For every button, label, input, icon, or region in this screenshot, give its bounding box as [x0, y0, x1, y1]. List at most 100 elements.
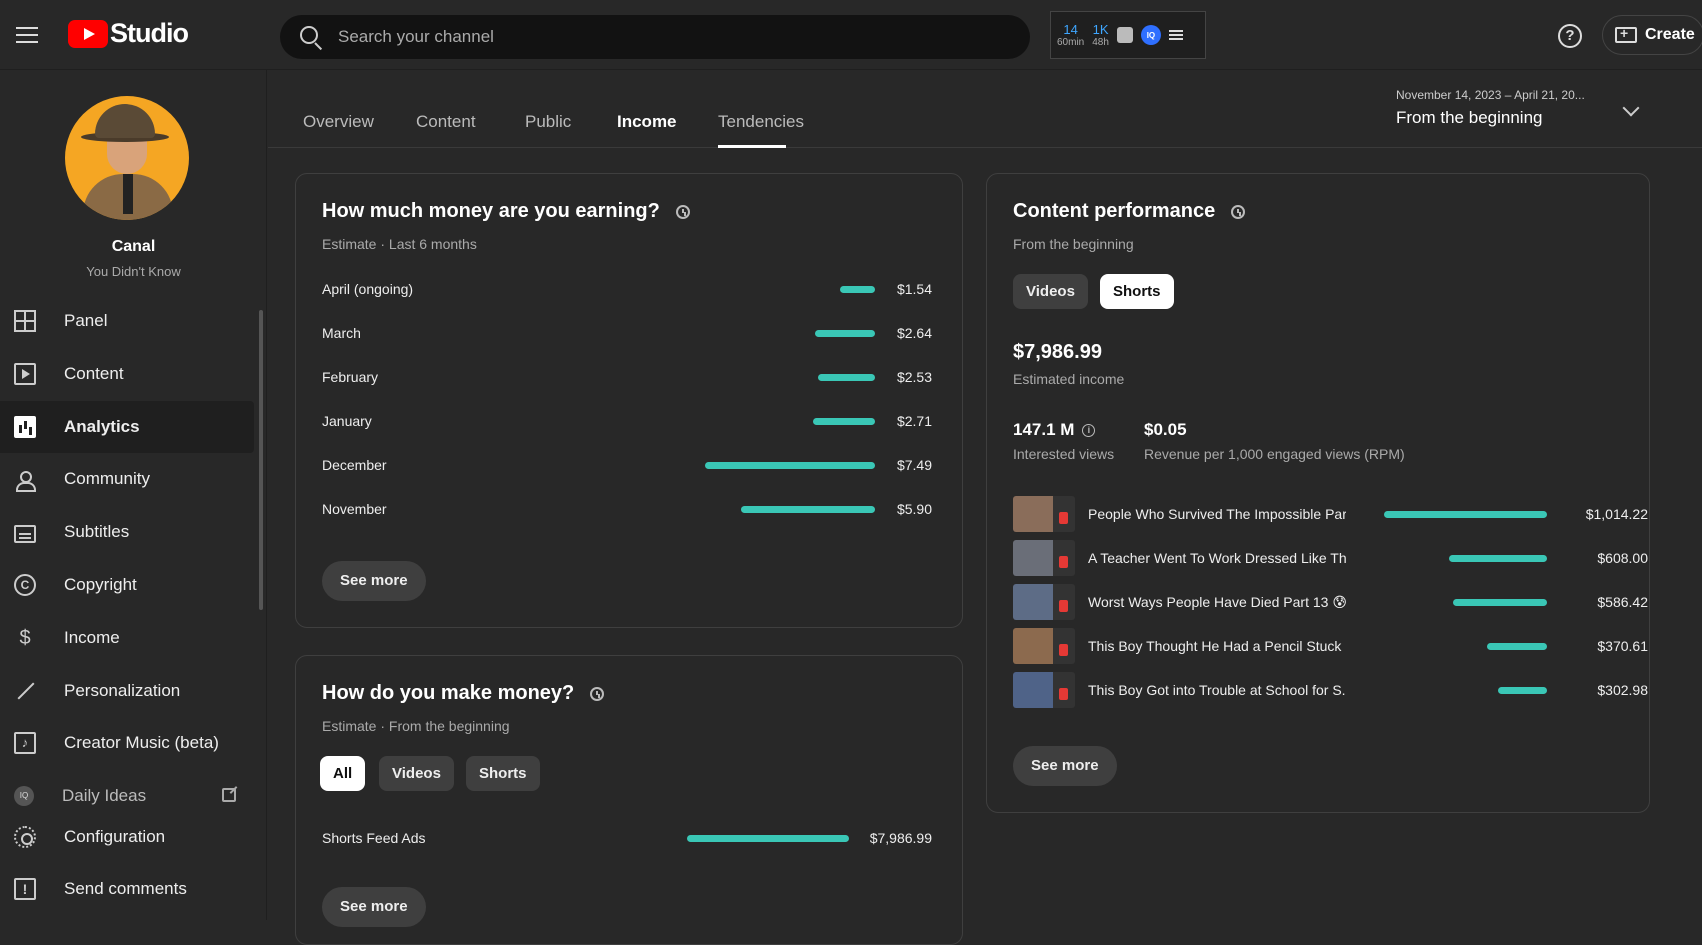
search-icon[interactable]: [288, 15, 332, 59]
row-value: $2.64: [896, 325, 932, 341]
video-thumbnail[interactable]: [1013, 540, 1075, 576]
bar-chart-icon[interactable]: [1116, 27, 1133, 43]
row-bar: [687, 835, 849, 842]
sidebar-item-subtitles[interactable]: Subtitles: [0, 506, 254, 558]
earnings-card: How much money are you earning? Estimate…: [295, 173, 963, 628]
list-menu-icon[interactable]: [1168, 28, 1183, 42]
income-row: Shorts Feed Ads $7,986.99: [322, 826, 932, 850]
studio-logo[interactable]: Studio: [68, 18, 189, 49]
video-thumbnail[interactable]: [1013, 496, 1075, 532]
video-row[interactable]: A Teacher Went To Work Dressed Like Th..…: [1013, 540, 1648, 578]
video-thumbnail[interactable]: [1013, 584, 1075, 620]
analytics-tabs: Overview Content Public Income Tendencie…: [268, 70, 1702, 148]
date-range-selector[interactable]: November 14, 2023 – April 21, 20... From…: [1396, 88, 1696, 138]
see-more-button[interactable]: See more: [322, 887, 426, 927]
card-title-text: How much money are you earning?: [322, 200, 660, 222]
video-title[interactable]: This Boy Got into Trouble at School for …: [1088, 682, 1346, 698]
hamburger-menu-icon[interactable]: [14, 22, 40, 48]
sidebar-item-label: Community: [64, 469, 150, 488]
sidebar-item-label: Content: [64, 364, 124, 383]
external-link-icon: [222, 788, 236, 802]
card-title-text: How do you make money?: [322, 682, 575, 704]
chip-videos[interactable]: Videos: [1013, 274, 1088, 309]
vidiq-icon[interactable]: IQ: [1140, 25, 1161, 45]
sidebar-item-personalization[interactable]: Personalization: [0, 665, 254, 717]
tab-income[interactable]: Income: [617, 112, 677, 132]
revenue-sources-subtitle: Estimate · From the beginning: [322, 718, 510, 734]
sidebar-scrollbar[interactable]: [259, 310, 263, 610]
sidebar-item-content[interactable]: Content: [0, 348, 254, 400]
top-bar: Studio 14 60min 1K 48h IQ ? Create: [0, 0, 1702, 70]
video-title[interactable]: Worst Ways People Have Died Part 13 😰: [1088, 594, 1346, 611]
chip-shorts[interactable]: Shorts: [466, 756, 540, 791]
clock-icon[interactable]: [675, 204, 690, 219]
search-bar[interactable]: [280, 15, 1030, 59]
video-row[interactable]: This Boy Got into Trouble at School for …: [1013, 672, 1648, 710]
income-row: December $7.49: [322, 453, 932, 477]
revenue-sources-card: How do you make money? Estimate · From t…: [295, 655, 963, 945]
chip-all[interactable]: All: [320, 756, 366, 791]
sidebar-item-label: Daily Ideas: [62, 786, 147, 805]
video-value: $1,014.22: [1585, 506, 1648, 522]
create-button[interactable]: Create: [1602, 15, 1702, 55]
sidebar-item-income[interactable]: $ Income: [0, 612, 254, 664]
sidebar-item-label: Income: [64, 628, 120, 647]
row-bar: [705, 462, 875, 469]
gear-icon: [14, 826, 36, 848]
row-value: $7.49: [896, 457, 932, 473]
views-value-text: 147.1 M: [1013, 420, 1075, 439]
video-title[interactable]: This Boy Thought He Had a Pencil Stuck .…: [1088, 638, 1346, 654]
analytics-icon: [14, 416, 36, 438]
tab-tendencies[interactable]: Tendencies: [718, 112, 804, 132]
rpm-value: $0.05: [1144, 420, 1187, 439]
estimated-income-label: Estimated income: [1013, 371, 1125, 387]
help-icon[interactable]: ?: [1558, 24, 1582, 48]
earnings-card-title: How much money are you earning?: [322, 200, 690, 223]
row-label: April (ongoing): [322, 281, 414, 297]
card-title-text: Content performance: [1013, 200, 1216, 222]
sidebar-item-panel[interactable]: Panel: [0, 295, 254, 347]
see-more-button[interactable]: See more: [322, 561, 426, 601]
video-bar: [1487, 643, 1547, 650]
video-row[interactable]: This Boy Thought He Had a Pencil Stuck .…: [1013, 628, 1648, 666]
video-thumbnail[interactable]: [1013, 628, 1075, 664]
date-range-label: From the beginning: [1396, 108, 1543, 127]
video-bar: [1453, 599, 1547, 606]
clock-icon[interactable]: [1231, 204, 1246, 219]
sidebar-item-community[interactable]: Community: [0, 453, 254, 505]
info-icon[interactable]: i: [1082, 424, 1096, 438]
sidebar-item-label: Personalization: [64, 681, 181, 700]
chip-videos[interactable]: Videos: [379, 756, 454, 791]
tab-content[interactable]: Content: [416, 112, 476, 132]
sidebar-item-label: Send comments: [64, 879, 187, 898]
sidebar-item-creator-music[interactable]: ♪ Creator Music (beta): [0, 717, 254, 769]
video-thumbnail[interactable]: [1013, 672, 1075, 708]
extension-widget[interactable]: 14 60min 1K 48h IQ: [1050, 11, 1206, 59]
income-row: November $5.90: [322, 497, 932, 521]
feedback-icon: !: [14, 878, 36, 900]
chip-shorts[interactable]: Shorts: [1100, 274, 1174, 309]
row-bar: [840, 286, 875, 293]
row-bar: [741, 506, 875, 513]
views-label: Interested views: [1013, 446, 1115, 462]
row-label: Shorts Feed Ads: [322, 830, 426, 846]
estimated-income-value: $7,986.99: [1013, 341, 1102, 363]
video-title[interactable]: People Who Survived The Impossible Par..…: [1088, 506, 1346, 522]
sidebar-item-configuration[interactable]: Configuration: [0, 811, 254, 863]
revenue-sources-title: How do you make money?: [322, 682, 605, 705]
ideas-icon: IQ: [14, 786, 34, 806]
video-row[interactable]: People Who Survived The Impossible Par..…: [1013, 496, 1648, 534]
row-bar: [813, 418, 875, 425]
clock-icon[interactable]: [590, 686, 605, 701]
sidebar-item-send-comments[interactable]: ! Send comments: [0, 863, 254, 915]
tab-overview[interactable]: Overview: [303, 112, 374, 132]
tab-public[interactable]: Public: [525, 112, 571, 132]
row-bar: [818, 374, 875, 381]
sidebar-item-copyright[interactable]: C Copyright: [0, 559, 254, 611]
video-title[interactable]: A Teacher Went To Work Dressed Like Th..…: [1088, 550, 1346, 566]
channel-avatar[interactable]: [65, 96, 189, 220]
see-more-button[interactable]: See more: [1013, 746, 1117, 786]
search-input[interactable]: [338, 27, 938, 47]
video-row[interactable]: Worst Ways People Have Died Part 13 😰 $58…: [1013, 584, 1648, 622]
sidebar-item-analytics[interactable]: Analytics: [0, 401, 254, 453]
